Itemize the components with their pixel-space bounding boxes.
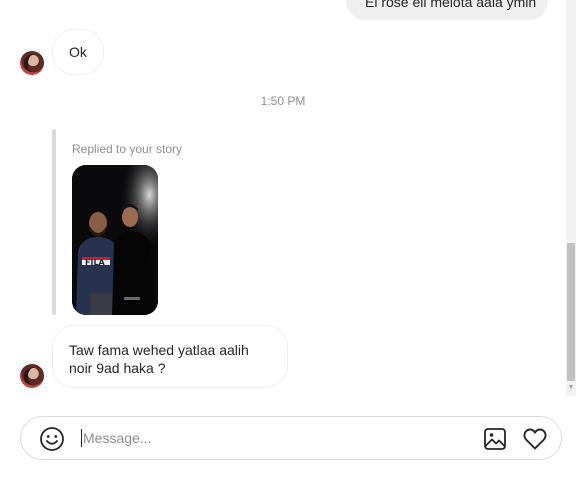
chat-window: El rose eli melota aala ymin Ok 1:50 PM … <box>0 0 576 480</box>
scrollbar-thumb[interactable] <box>567 243 575 381</box>
message-input[interactable] <box>81 425 473 451</box>
story-reply-label: Replied to your story <box>72 142 183 156</box>
sender-avatar[interactable] <box>20 364 44 388</box>
message-timestamp: 1:50 PM <box>260 94 306 108</box>
message-composer <box>20 416 562 460</box>
message-text: Ok <box>69 44 87 60</box>
story-photo: FILA <box>72 165 158 315</box>
incoming-message-bubble[interactable]: Ok <box>52 29 104 75</box>
heart-icon[interactable] <box>522 427 548 451</box>
outgoing-message-bubble[interactable]: El rose eli melota aala ymin <box>346 0 548 20</box>
scrollbar-track[interactable]: ▼ <box>566 0 576 396</box>
incoming-message-bubble[interactable]: Taw fama wehed yatlaa aalih noir 9ad hak… <box>52 325 288 388</box>
image-icon[interactable] <box>483 427 507 451</box>
story-thumbnail[interactable]: FILA <box>72 165 158 315</box>
reply-quote-bar <box>52 129 56 315</box>
shirt-logo-text: FILA <box>85 258 106 267</box>
scroll-down-arrow-icon[interactable]: ▼ <box>567 383 575 393</box>
emoji-icon[interactable] <box>39 426 65 452</box>
message-text: Taw fama wehed yatlaa aalih noir 9ad hak… <box>69 342 249 376</box>
message-text: El rose eli melota aala ymin <box>365 0 537 10</box>
message-thread: El rose eli melota aala ymin Ok 1:50 PM … <box>0 0 566 400</box>
sender-avatar[interactable] <box>20 51 44 75</box>
